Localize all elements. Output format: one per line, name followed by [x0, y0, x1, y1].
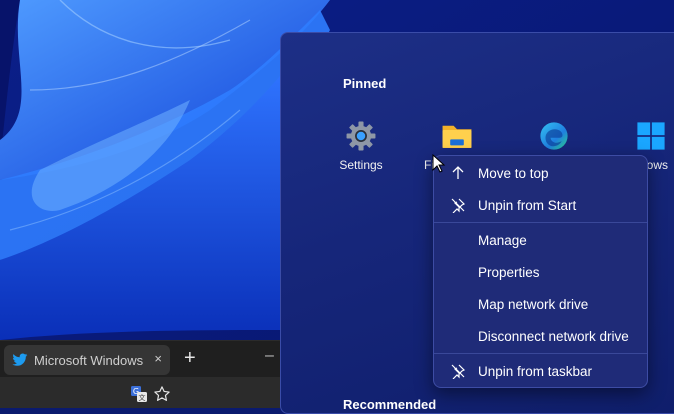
- menu-item-properties[interactable]: Properties: [438, 257, 643, 287]
- menu-separator: [434, 353, 647, 354]
- favorite-star-icon[interactable]: [153, 385, 171, 403]
- translate-icon[interactable]: G 文: [130, 385, 148, 403]
- recommended-section-title: Recommended: [343, 397, 437, 412]
- menu-item-map-network-drive[interactable]: Map network drive: [438, 289, 643, 319]
- windows-logo-icon: [637, 122, 665, 150]
- mouse-cursor-icon: [432, 154, 446, 173]
- minimize-button[interactable]: –: [265, 347, 277, 365]
- app-label: Settings: [339, 158, 383, 172]
- context-menu: Move to top Unpin from Start Manage Prop…: [433, 155, 648, 388]
- menu-item-unpin-from-taskbar[interactable]: Unpin from taskbar: [438, 356, 643, 386]
- unpin-icon: [451, 198, 466, 213]
- menu-item-move-to-top[interactable]: Move to top: [438, 158, 643, 188]
- pinned-app-edge[interactable]: [509, 119, 599, 158]
- arrow-up-icon: [452, 166, 464, 179]
- svg-text:文: 文: [139, 393, 146, 402]
- twitter-bird-icon: [12, 353, 28, 366]
- tab-title: Microsoft Windows /: [34, 352, 146, 368]
- unpin-icon: [451, 364, 466, 379]
- browser-tab[interactable]: Microsoft Windows / ×: [4, 345, 170, 375]
- menu-item-disconnect-network-drive[interactable]: Disconnect network drive: [438, 321, 643, 351]
- gear-icon: [346, 121, 376, 151]
- menu-item-manage[interactable]: Manage: [438, 225, 643, 255]
- browser-window: Microsoft Windows / × + – G 文: [0, 340, 290, 408]
- pinned-section-title: Pinned: [343, 76, 387, 91]
- menu-separator: [434, 222, 647, 223]
- edge-browser-icon: [540, 122, 568, 150]
- new-tab-button[interactable]: +: [184, 347, 196, 369]
- pinned-app-settings[interactable]: Settings: [316, 119, 406, 172]
- menu-item-unpin-from-start[interactable]: Unpin from Start: [438, 190, 643, 220]
- file-explorer-folder-icon: [442, 125, 472, 148]
- tab-close-button[interactable]: ×: [154, 351, 162, 366]
